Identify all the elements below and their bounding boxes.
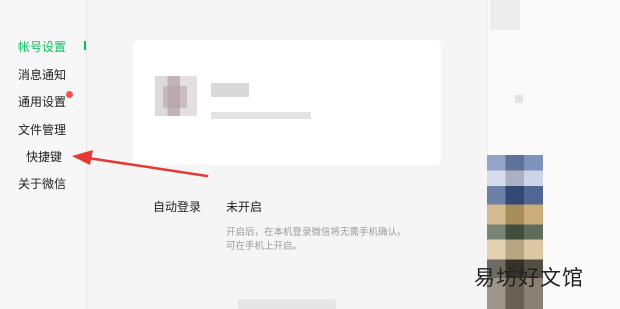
- sidebar-item-general-settings[interactable]: 通用设置: [18, 93, 66, 110]
- active-indicator: [84, 41, 86, 50]
- auto-login-status: 未开启: [226, 200, 263, 214]
- watermark-text: 易坊好文馆: [474, 266, 584, 290]
- sidebar-item-about-wechat[interactable]: 关于微信: [18, 175, 66, 192]
- auto-login-label: 自动登录: [153, 200, 202, 214]
- sidebar-item-account-settings[interactable]: 帐号设置: [18, 38, 66, 55]
- settings-sidebar: 帐号设置 消息通知 通用设置 文件管理 快捷键 关于微信: [0, 0, 87, 309]
- auto-login-hint-line2: 可在手机上开启。: [226, 241, 303, 252]
- background-blur-block: [490, 0, 520, 30]
- avatar[interactable]: [155, 76, 197, 116]
- sidebar-item-file-management[interactable]: 文件管理: [18, 121, 66, 138]
- sidebar-item-shortcuts[interactable]: 快捷键: [26, 148, 62, 165]
- notification-dot-icon: [66, 91, 73, 98]
- auto-login-hint-line1: 开启后，在本机登录微信将无需手机确认。: [226, 227, 407, 238]
- sidebar-item-notifications[interactable]: 消息通知: [18, 66, 66, 83]
- nickname-blurred: [211, 83, 249, 97]
- logout-button[interactable]: [238, 299, 336, 309]
- account-card: [133, 40, 441, 165]
- background-blur-block-small: [515, 95, 523, 103]
- wechat-id-blurred: [211, 112, 311, 119]
